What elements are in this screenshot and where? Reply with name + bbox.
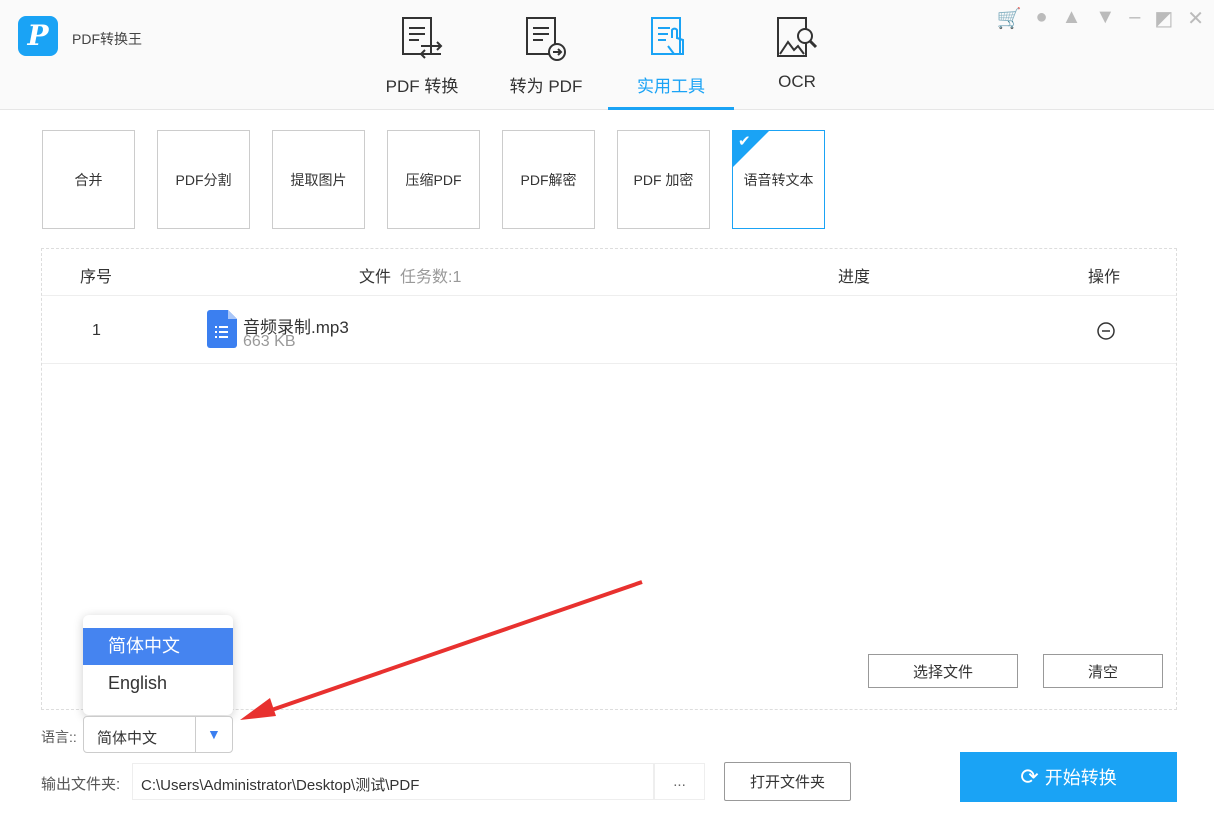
hand-tools-icon: [651, 17, 684, 55]
tool-merge[interactable]: 合并: [42, 130, 135, 229]
language-label: 语言::: [41, 729, 77, 745]
tool-speech-to-text[interactable]: ✔ 语音转文本: [732, 130, 825, 229]
open-folder-button[interactable]: 打开文件夹: [724, 762, 851, 801]
output-path-input[interactable]: C:\Users\Administrator\Desktop\测试\PDF: [132, 763, 654, 800]
select-file-button[interactable]: 选择文件: [868, 654, 1018, 688]
tab-to-pdf[interactable]: 转为 PDF: [486, 10, 606, 110]
start-convert-button[interactable]: ⟳ 开始转换: [960, 752, 1177, 802]
close-icon[interactable]: ✕: [1187, 6, 1204, 31]
tab-pdf-convert[interactable]: PDF 转换: [362, 10, 482, 110]
language-option[interactable]: English: [83, 665, 233, 702]
pdf-convert-icon: [402, 17, 443, 59]
restore-icon[interactable]: ◩: [1154, 6, 1173, 31]
tool-encrypt[interactable]: PDF 加密: [617, 130, 710, 229]
header: P PDF转换王 PDF 转换 转为 PDF 实用工具 OCR 🛒 ● ▲ ▼ …: [0, 0, 1214, 110]
browse-button[interactable]: ...: [654, 763, 705, 800]
tab-ocr[interactable]: OCR: [737, 10, 857, 110]
col-progress: 进度: [838, 269, 871, 286]
col-file: 文件: [359, 269, 392, 286]
user-icon[interactable]: ●: [1036, 6, 1048, 31]
clear-button[interactable]: 清空: [1043, 654, 1163, 688]
cart-icon[interactable]: 🛒: [997, 6, 1022, 31]
tool-decrypt[interactable]: PDF解密: [502, 130, 595, 229]
tab-tools[interactable]: 实用工具: [608, 10, 734, 110]
tool-extract-images[interactable]: 提取图片: [272, 130, 365, 229]
dropdown-arrow-icon[interactable]: ▼: [207, 726, 221, 742]
language-dropdown-menu: 简体中文 English: [83, 615, 233, 715]
app-name: PDF转换王: [72, 31, 142, 47]
to-pdf-icon: [526, 17, 566, 61]
task-count: 任务数:1: [400, 269, 462, 286]
language-option[interactable]: 简体中文: [83, 628, 233, 665]
ocr-icon: [777, 17, 818, 57]
col-index: 序号: [80, 269, 113, 286]
check-icon: ✔: [738, 133, 751, 150]
refresh-icon: ⟳: [1020, 764, 1039, 789]
tool-compress[interactable]: 压缩PDF: [387, 130, 480, 229]
menu-icon[interactable]: ▼: [1095, 6, 1115, 31]
table-row: 1 音频录制.mp3 663 KB: [42, 295, 1176, 364]
language-select[interactable]: 简体中文 ▼: [83, 716, 233, 753]
output-label: 输出文件夹:: [41, 776, 121, 793]
tool-split[interactable]: PDF分割: [157, 130, 250, 229]
col-action: 操作: [1088, 269, 1121, 286]
annotation-arrow: [240, 580, 643, 720]
file-size: 663 KB: [243, 333, 296, 350]
remove-icon[interactable]: [1096, 321, 1116, 341]
bell-icon[interactable]: ▲: [1062, 6, 1082, 31]
app-logo: P: [18, 16, 58, 56]
document-file-icon: [207, 310, 237, 348]
minimize-icon[interactable]: –: [1129, 6, 1140, 31]
window-controls: 🛒 ● ▲ ▼ – ◩ ✕: [997, 6, 1204, 31]
